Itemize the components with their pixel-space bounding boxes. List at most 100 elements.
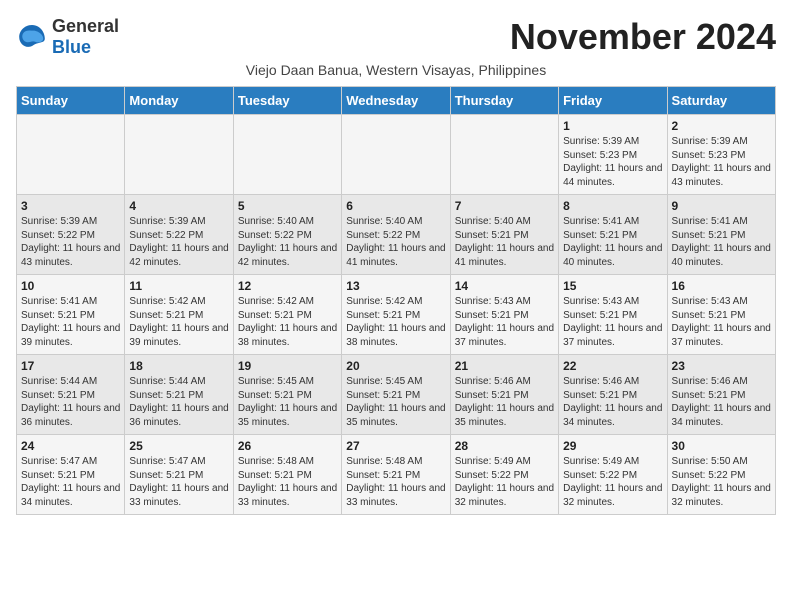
- col-wednesday: Wednesday: [342, 87, 450, 115]
- day-cell: 16 Sunrise: 5:43 AMSunset: 5:21 PMDaylig…: [667, 275, 775, 355]
- day-number: 10: [21, 279, 120, 293]
- day-number: 3: [21, 199, 120, 213]
- week-row-1: 3 Sunrise: 5:39 AMSunset: 5:22 PMDayligh…: [17, 195, 776, 275]
- day-info: Sunrise: 5:43 AMSunset: 5:21 PMDaylight:…: [672, 295, 771, 349]
- week-row-2: 10 Sunrise: 5:41 AMSunset: 5:21 PMDaylig…: [17, 275, 776, 355]
- day-cell: [450, 115, 558, 195]
- col-friday: Friday: [559, 87, 667, 115]
- day-cell: 29 Sunrise: 5:49 AMSunset: 5:22 PMDaylig…: [559, 435, 667, 515]
- day-info: Sunrise: 5:40 AMSunset: 5:22 PMDaylight:…: [238, 215, 337, 269]
- day-number: 6: [346, 199, 445, 213]
- day-cell: 30 Sunrise: 5:50 AMSunset: 5:22 PMDaylig…: [667, 435, 775, 515]
- day-info: Sunrise: 5:41 AMSunset: 5:21 PMDaylight:…: [21, 295, 120, 349]
- day-info: Sunrise: 5:42 AMSunset: 5:21 PMDaylight:…: [129, 295, 228, 349]
- day-number: 18: [129, 359, 228, 373]
- day-cell: 7 Sunrise: 5:40 AMSunset: 5:21 PMDayligh…: [450, 195, 558, 275]
- header: General Blue November 2024: [16, 16, 776, 58]
- day-number: 19: [238, 359, 337, 373]
- day-cell: 21 Sunrise: 5:46 AMSunset: 5:21 PMDaylig…: [450, 355, 558, 435]
- col-thursday: Thursday: [450, 87, 558, 115]
- day-number: 13: [346, 279, 445, 293]
- day-cell: 5 Sunrise: 5:40 AMSunset: 5:22 PMDayligh…: [233, 195, 341, 275]
- day-number: 7: [455, 199, 554, 213]
- logo-icon: [16, 21, 48, 53]
- col-saturday: Saturday: [667, 87, 775, 115]
- day-info: Sunrise: 5:46 AMSunset: 5:21 PMDaylight:…: [563, 375, 662, 429]
- day-info: Sunrise: 5:50 AMSunset: 5:22 PMDaylight:…: [672, 455, 771, 509]
- day-number: 30: [672, 439, 771, 453]
- col-sunday: Sunday: [17, 87, 125, 115]
- day-number: 29: [563, 439, 662, 453]
- day-cell: 6 Sunrise: 5:40 AMSunset: 5:22 PMDayligh…: [342, 195, 450, 275]
- day-info: Sunrise: 5:39 AMSunset: 5:22 PMDaylight:…: [21, 215, 120, 269]
- day-info: Sunrise: 5:41 AMSunset: 5:21 PMDaylight:…: [672, 215, 771, 269]
- day-cell: 22 Sunrise: 5:46 AMSunset: 5:21 PMDaylig…: [559, 355, 667, 435]
- day-cell: 4 Sunrise: 5:39 AMSunset: 5:22 PMDayligh…: [125, 195, 233, 275]
- day-number: 8: [563, 199, 662, 213]
- day-number: 16: [672, 279, 771, 293]
- day-info: Sunrise: 5:48 AMSunset: 5:21 PMDaylight:…: [238, 455, 337, 509]
- day-cell: [233, 115, 341, 195]
- day-cell: 24 Sunrise: 5:47 AMSunset: 5:21 PMDaylig…: [17, 435, 125, 515]
- day-cell: 27 Sunrise: 5:48 AMSunset: 5:21 PMDaylig…: [342, 435, 450, 515]
- day-cell: 2 Sunrise: 5:39 AMSunset: 5:23 PMDayligh…: [667, 115, 775, 195]
- day-info: Sunrise: 5:39 AMSunset: 5:22 PMDaylight:…: [129, 215, 228, 269]
- day-info: Sunrise: 5:40 AMSunset: 5:22 PMDaylight:…: [346, 215, 445, 269]
- col-tuesday: Tuesday: [233, 87, 341, 115]
- logo-text: General Blue: [52, 16, 119, 58]
- day-number: 21: [455, 359, 554, 373]
- day-info: Sunrise: 5:42 AMSunset: 5:21 PMDaylight:…: [238, 295, 337, 349]
- day-info: Sunrise: 5:43 AMSunset: 5:21 PMDaylight:…: [563, 295, 662, 349]
- day-cell: 10 Sunrise: 5:41 AMSunset: 5:21 PMDaylig…: [17, 275, 125, 355]
- col-monday: Monday: [125, 87, 233, 115]
- logo-blue: Blue: [52, 37, 91, 57]
- logo-general: General: [52, 16, 119, 36]
- day-number: 5: [238, 199, 337, 213]
- day-number: 28: [455, 439, 554, 453]
- day-info: Sunrise: 5:47 AMSunset: 5:21 PMDaylight:…: [129, 455, 228, 509]
- day-info: Sunrise: 5:39 AMSunset: 5:23 PMDaylight:…: [563, 135, 662, 189]
- day-cell: 9 Sunrise: 5:41 AMSunset: 5:21 PMDayligh…: [667, 195, 775, 275]
- day-number: 24: [21, 439, 120, 453]
- day-cell: 26 Sunrise: 5:48 AMSunset: 5:21 PMDaylig…: [233, 435, 341, 515]
- day-info: Sunrise: 5:47 AMSunset: 5:21 PMDaylight:…: [21, 455, 120, 509]
- day-number: 9: [672, 199, 771, 213]
- day-number: 25: [129, 439, 228, 453]
- day-number: 14: [455, 279, 554, 293]
- day-number: 12: [238, 279, 337, 293]
- day-info: Sunrise: 5:42 AMSunset: 5:21 PMDaylight:…: [346, 295, 445, 349]
- day-cell: 23 Sunrise: 5:46 AMSunset: 5:21 PMDaylig…: [667, 355, 775, 435]
- day-info: Sunrise: 5:46 AMSunset: 5:21 PMDaylight:…: [455, 375, 554, 429]
- day-cell: 8 Sunrise: 5:41 AMSunset: 5:21 PMDayligh…: [559, 195, 667, 275]
- day-number: 1: [563, 119, 662, 133]
- day-number: 15: [563, 279, 662, 293]
- day-info: Sunrise: 5:41 AMSunset: 5:21 PMDaylight:…: [563, 215, 662, 269]
- header-row: Sunday Monday Tuesday Wednesday Thursday…: [17, 87, 776, 115]
- day-cell: 25 Sunrise: 5:47 AMSunset: 5:21 PMDaylig…: [125, 435, 233, 515]
- day-cell: [125, 115, 233, 195]
- day-cell: 1 Sunrise: 5:39 AMSunset: 5:23 PMDayligh…: [559, 115, 667, 195]
- day-info: Sunrise: 5:39 AMSunset: 5:23 PMDaylight:…: [672, 135, 771, 189]
- day-number: 27: [346, 439, 445, 453]
- week-row-3: 17 Sunrise: 5:44 AMSunset: 5:21 PMDaylig…: [17, 355, 776, 435]
- day-number: 22: [563, 359, 662, 373]
- day-info: Sunrise: 5:40 AMSunset: 5:21 PMDaylight:…: [455, 215, 554, 269]
- month-title: November 2024: [510, 16, 776, 58]
- day-cell: 15 Sunrise: 5:43 AMSunset: 5:21 PMDaylig…: [559, 275, 667, 355]
- day-info: Sunrise: 5:49 AMSunset: 5:22 PMDaylight:…: [455, 455, 554, 509]
- day-info: Sunrise: 5:48 AMSunset: 5:21 PMDaylight:…: [346, 455, 445, 509]
- day-info: Sunrise: 5:49 AMSunset: 5:22 PMDaylight:…: [563, 455, 662, 509]
- day-cell: 12 Sunrise: 5:42 AMSunset: 5:21 PMDaylig…: [233, 275, 341, 355]
- day-number: 26: [238, 439, 337, 453]
- day-info: Sunrise: 5:43 AMSunset: 5:21 PMDaylight:…: [455, 295, 554, 349]
- calendar-table: Sunday Monday Tuesday Wednesday Thursday…: [16, 86, 776, 515]
- day-number: 11: [129, 279, 228, 293]
- day-info: Sunrise: 5:44 AMSunset: 5:21 PMDaylight:…: [21, 375, 120, 429]
- logo: General Blue: [16, 16, 119, 58]
- day-number: 20: [346, 359, 445, 373]
- week-row-0: 1 Sunrise: 5:39 AMSunset: 5:23 PMDayligh…: [17, 115, 776, 195]
- day-info: Sunrise: 5:45 AMSunset: 5:21 PMDaylight:…: [238, 375, 337, 429]
- day-cell: 17 Sunrise: 5:44 AMSunset: 5:21 PMDaylig…: [17, 355, 125, 435]
- day-info: Sunrise: 5:44 AMSunset: 5:21 PMDaylight:…: [129, 375, 228, 429]
- day-cell: 28 Sunrise: 5:49 AMSunset: 5:22 PMDaylig…: [450, 435, 558, 515]
